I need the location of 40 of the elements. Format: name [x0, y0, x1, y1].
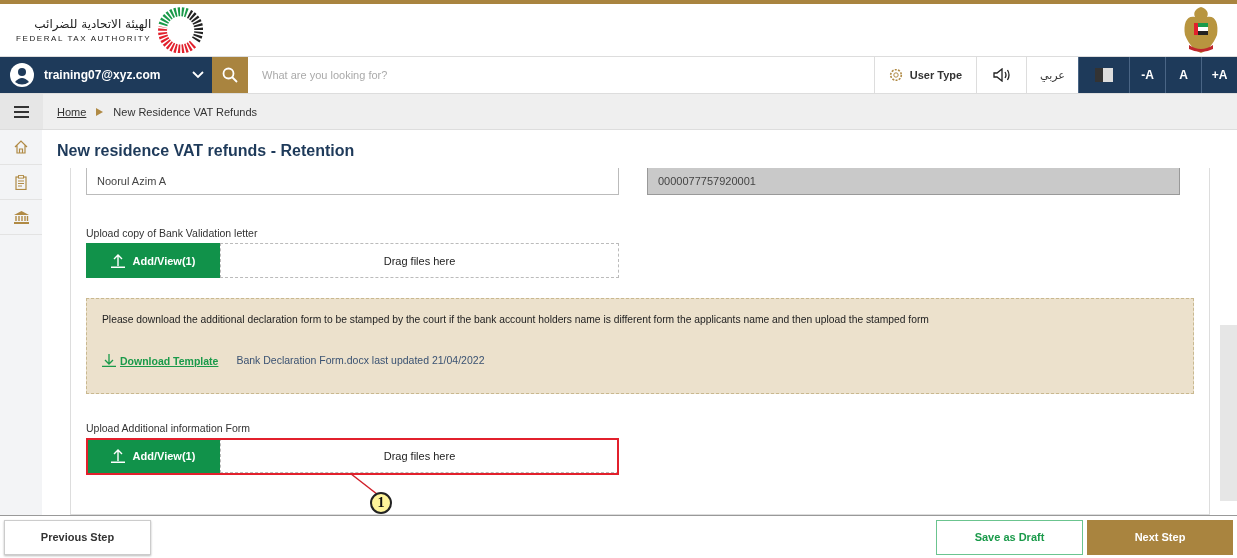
drop-zone[interactable]: Drag files here	[220, 243, 619, 278]
menu-icon	[14, 105, 29, 118]
user-menu[interactable]: training07@xyz.com	[0, 57, 212, 93]
contrast-icon	[1095, 68, 1113, 82]
speaker-icon	[992, 68, 1011, 82]
search-button[interactable]	[212, 57, 248, 93]
breadcrumb-separator-icon	[96, 107, 104, 116]
bank-icon	[13, 210, 29, 224]
add-view-button[interactable]: Add/View(1)	[86, 438, 220, 473]
breadcrumb-link[interactable]: Home	[57, 105, 87, 118]
text-field[interactable]: Noorul Azim A	[86, 168, 619, 195]
upload-icon	[110, 448, 125, 463]
logo-arabic-text: الهيئة الاتحادية للضرائب	[34, 17, 152, 31]
breadcrumb-current: New Residence VAT Refunds	[113, 105, 258, 118]
previous-step-button[interactable]: Previous Step	[4, 519, 151, 555]
font-size-button[interactable]: A	[1165, 57, 1201, 93]
clipboard-icon	[15, 174, 27, 190]
settings-icon	[888, 68, 903, 82]
font-size-button[interactable]: +A	[1201, 57, 1237, 93]
callout-number: 1	[370, 492, 392, 514]
page-title: New residence VAT refunds - Retention	[57, 142, 356, 160]
chevron-down-icon	[192, 71, 204, 79]
add-view-button[interactable]: Add/View(1)	[86, 243, 220, 278]
upload-label: Upload copy of Bank Validation letter	[86, 227, 259, 239]
logo-text: FEDERAL TAX AUTHORITY	[16, 34, 152, 43]
contrast-button[interactable]	[1078, 57, 1129, 93]
download-icon	[102, 353, 116, 367]
search-icon	[222, 67, 238, 83]
file-info-text: Bank Declaration Form.docx last updated 21/04/2022	[236, 354, 485, 366]
notice-text: Please download the additional declaration form to be stamped by the court if the bank account holders name is different form the applicants name and then upload the stamped form	[102, 314, 930, 325]
upload-icon	[110, 253, 125, 268]
callout-leader-line	[350, 473, 378, 495]
drop-zone[interactable]: Drag files here	[220, 438, 619, 473]
home-icon	[14, 140, 28, 154]
save-draft-button[interactable]: Save as Draft	[936, 519, 1083, 555]
upload-label: Upload Additional information Form	[86, 422, 251, 434]
user-icon	[10, 63, 34, 87]
font-size-button[interactable]: -A	[1129, 57, 1165, 93]
menu-button[interactable]	[0, 94, 43, 129]
logo-icon	[157, 7, 204, 53]
